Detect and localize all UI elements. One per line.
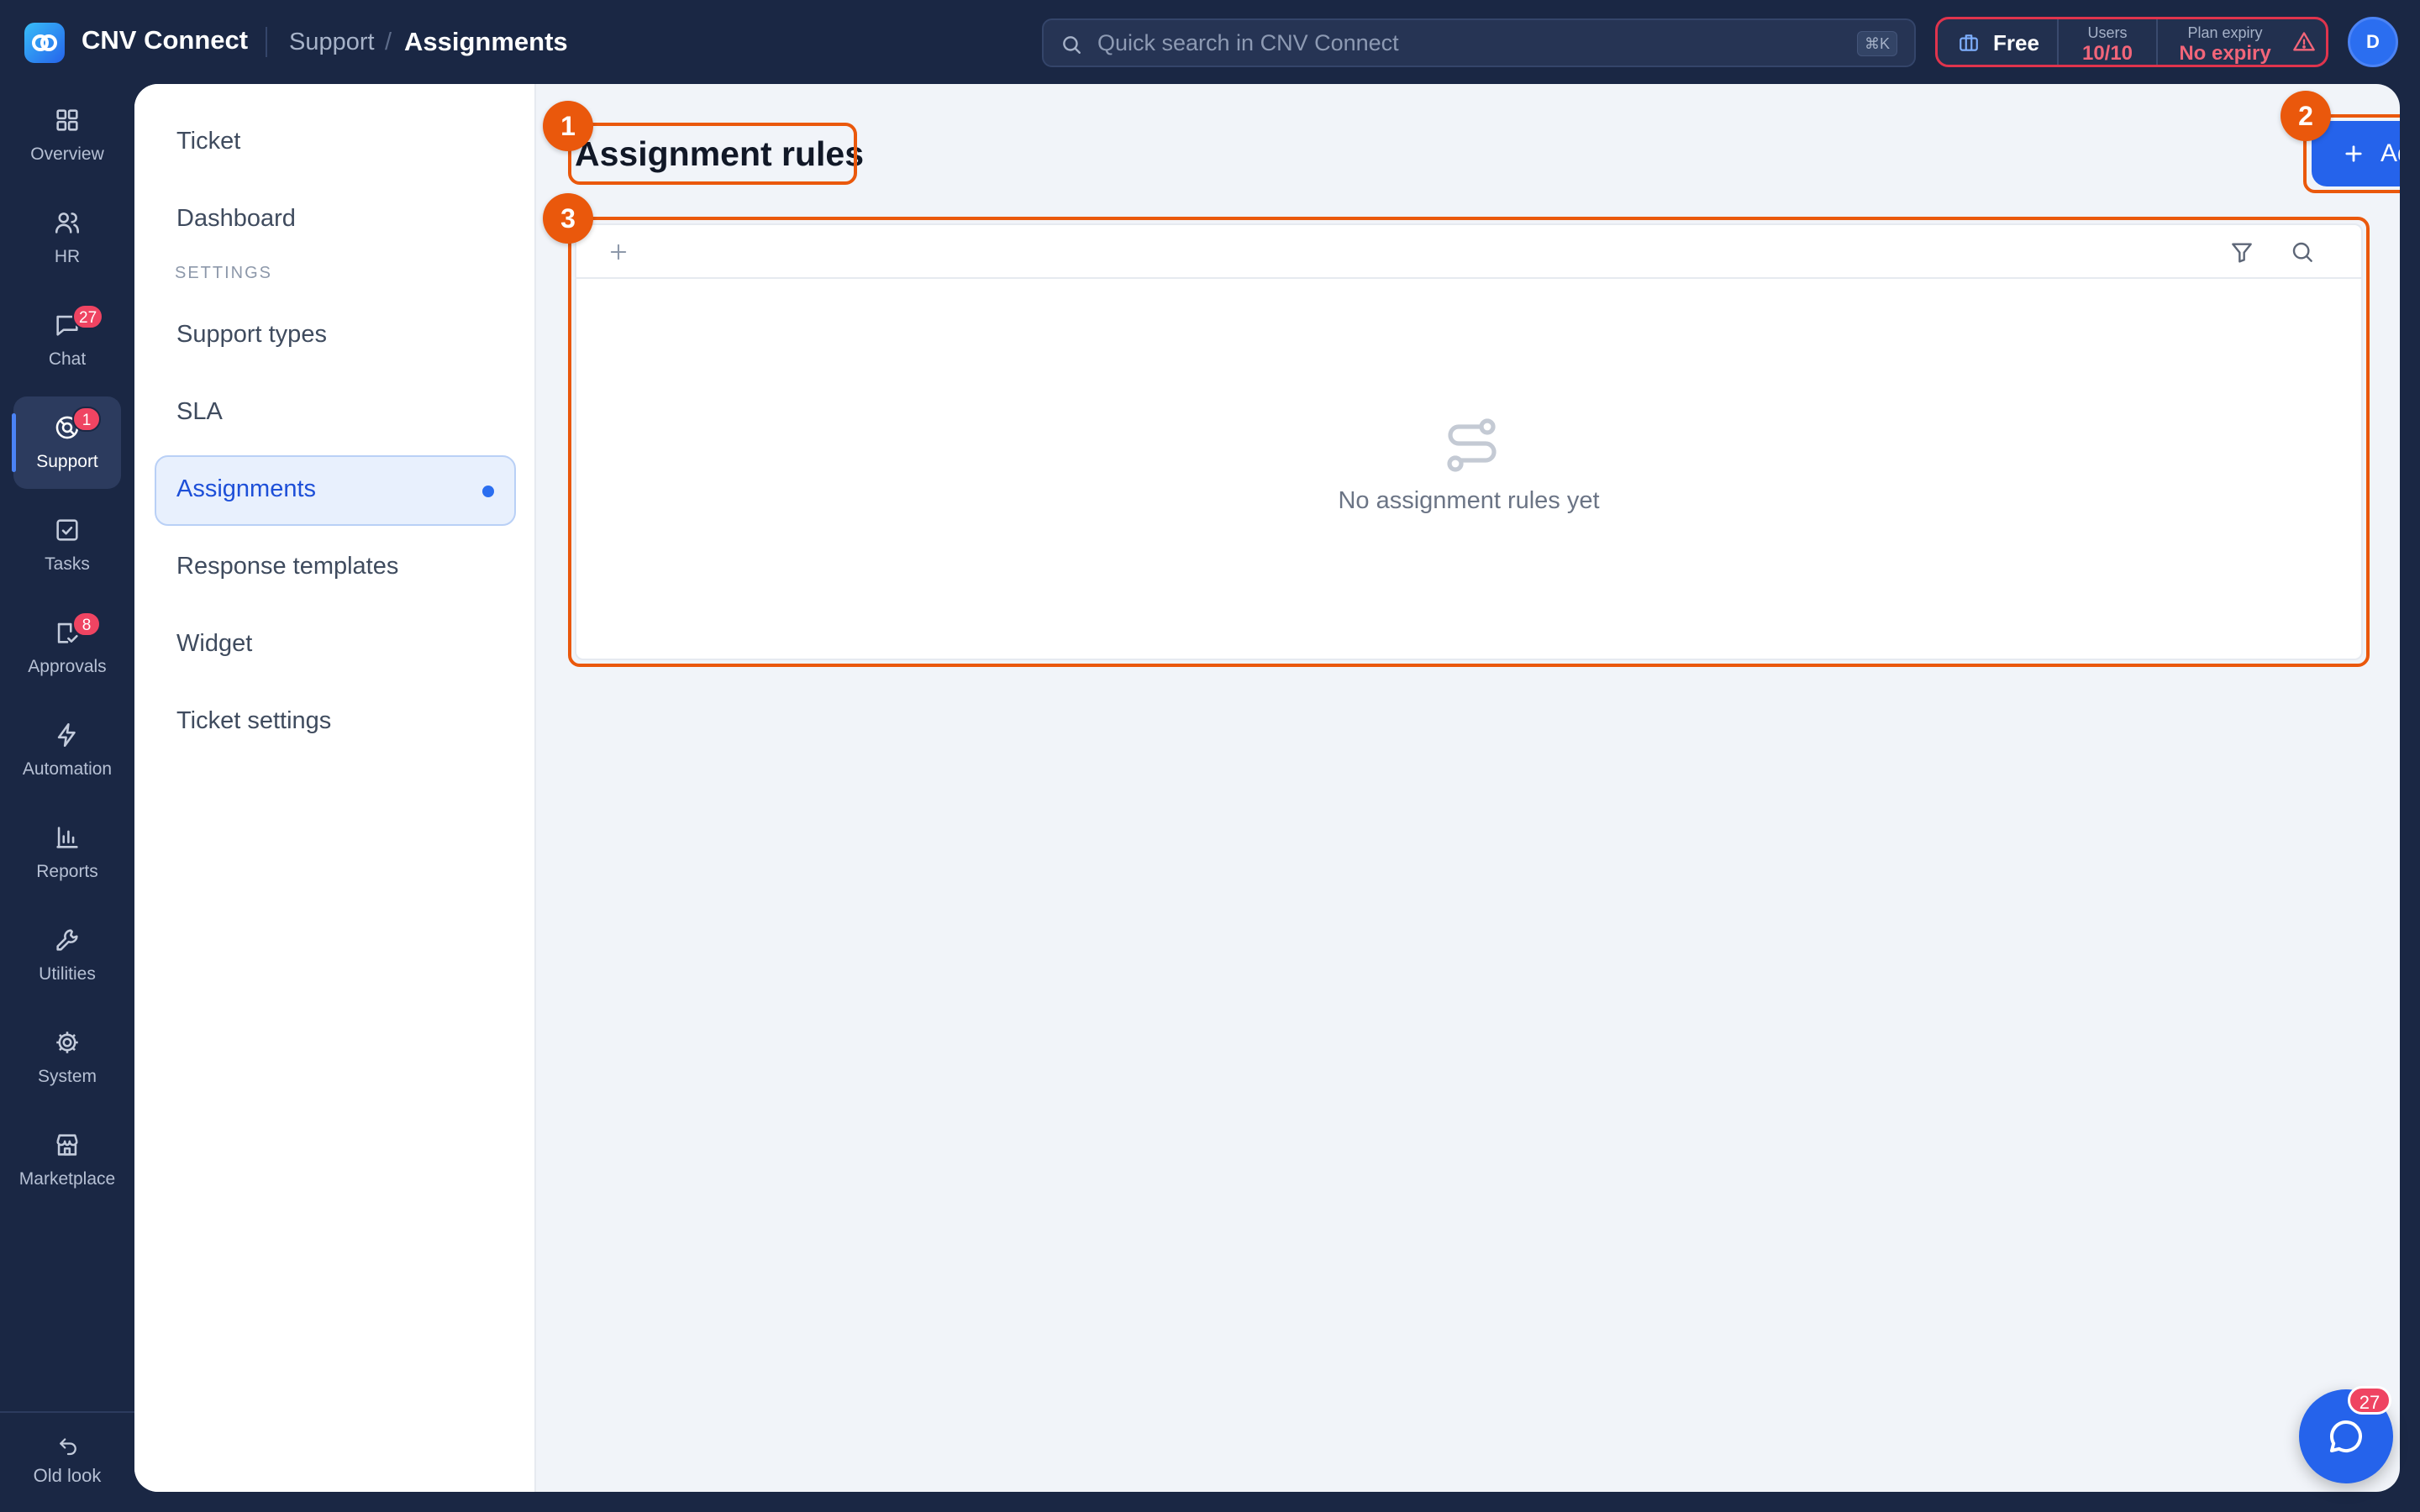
rail-item-label: System bbox=[37, 1067, 97, 1086]
approvals-badge: 8 bbox=[72, 612, 101, 637]
subnav-item-ticket[interactable]: Ticket bbox=[155, 108, 516, 178]
rail-item-hr[interactable]: HR bbox=[13, 192, 121, 284]
subnav-item-sla[interactable]: SLA bbox=[155, 378, 516, 449]
rail-item-label: Utilities bbox=[39, 964, 96, 984]
rail-item-label: Automation bbox=[22, 759, 113, 779]
rail-item-reports[interactable]: Reports bbox=[13, 806, 121, 899]
user-avatar[interactable]: D bbox=[2348, 17, 2398, 67]
plan-expiry: Plan expiry No expiry bbox=[2158, 19, 2292, 65]
briefcase-icon bbox=[1960, 34, 1978, 51]
rail-item-label: Support bbox=[36, 452, 98, 471]
quick-search[interactable]: ⌘K bbox=[1042, 18, 1916, 67]
support-badge: 1 bbox=[72, 407, 101, 432]
annotation-marker-3: 3 bbox=[543, 193, 593, 244]
subnav-item-label: Ticket settings bbox=[176, 707, 332, 734]
topbar-divider bbox=[266, 27, 267, 57]
subnav-item-label: Widget bbox=[176, 630, 253, 657]
content-panel: Ticket Dashboard SETTINGS Support types … bbox=[134, 84, 2400, 1492]
subnav-item-label: Response templates bbox=[176, 553, 399, 580]
breadcrumb-current: Assignments bbox=[404, 27, 568, 56]
wrench-icon bbox=[56, 929, 78, 951]
annotation-box-table bbox=[568, 217, 2370, 667]
rail-item-overview[interactable]: Overview bbox=[13, 89, 121, 181]
rail-item-label: Tasks bbox=[45, 554, 90, 574]
chat-launcher-badge: 27 bbox=[2348, 1386, 2391, 1415]
rail-item-label: Reports bbox=[36, 862, 98, 881]
rail-divider bbox=[0, 1411, 134, 1413]
chat-launcher-button[interactable]: 27 bbox=[2299, 1386, 2393, 1483]
rail-item-label: Marketplace bbox=[18, 1169, 116, 1189]
rail-item-chat[interactable]: 27 Chat bbox=[13, 294, 121, 386]
expiry-label: Plan expiry bbox=[2187, 24, 2263, 41]
subnav-item-label: Assignments bbox=[176, 475, 317, 502]
rail-item-utilities[interactable]: Utilities bbox=[13, 909, 121, 1001]
top-bar: CNV Connect Support / Assignments ⌘K Fre… bbox=[0, 0, 2420, 84]
expiry-value: No expiry bbox=[2179, 42, 2271, 65]
plan-tier-label: Free bbox=[1993, 30, 2039, 55]
subnav-item-response-templates[interactable]: Response templates bbox=[155, 533, 516, 603]
app-logo-icon[interactable] bbox=[24, 23, 65, 63]
subnav-item-label: SLA bbox=[176, 398, 223, 425]
users-value: 10/10 bbox=[2081, 42, 2133, 65]
active-indicator-dot bbox=[482, 486, 494, 497]
undo-icon bbox=[60, 1438, 76, 1456]
subnav-item-dashboard[interactable]: Dashboard bbox=[155, 185, 516, 255]
bolt-icon bbox=[57, 722, 76, 748]
annotation-box-title bbox=[568, 123, 857, 185]
rail-item-label: Chat bbox=[48, 349, 87, 369]
rail-item-tasks[interactable]: Tasks bbox=[13, 499, 121, 591]
breadcrumb-parent[interactable]: Support bbox=[289, 29, 375, 56]
rail-item-support[interactable]: 1 Support bbox=[12, 396, 121, 489]
breadcrumb-separator: / bbox=[385, 29, 392, 55]
subnav-item-label: Support types bbox=[176, 321, 327, 348]
bar-chart-icon bbox=[56, 827, 78, 848]
chat-bubble-icon bbox=[2330, 1420, 2362, 1452]
main-content: Assignment rules 1 Add rule 2 bbox=[536, 84, 2400, 1492]
annotation-marker-2: 2 bbox=[2281, 91, 2331, 141]
subnav-item-widget[interactable]: Widget bbox=[155, 610, 516, 680]
warning-icon bbox=[2293, 32, 2315, 51]
users-label: Users bbox=[2087, 24, 2128, 41]
users-icon bbox=[55, 213, 80, 234]
search-shortcut: ⌘K bbox=[1856, 31, 1897, 56]
rail-item-approvals[interactable]: 8 Approvals bbox=[13, 601, 121, 694]
search-input[interactable] bbox=[1097, 27, 1837, 59]
store-icon bbox=[56, 1134, 78, 1156]
rail-item-system[interactable]: System bbox=[13, 1011, 121, 1104]
grid-icon bbox=[56, 109, 78, 131]
plan-users: Users 10/10 bbox=[2059, 19, 2158, 65]
rail-item-marketplace[interactable]: Marketplace bbox=[13, 1114, 121, 1206]
rail-item-label: Overview bbox=[30, 144, 104, 164]
annotation-marker-1: 1 bbox=[543, 101, 593, 151]
plan-tier[interactable]: Free bbox=[1938, 19, 2059, 65]
subnav-item-support-types[interactable]: Support types bbox=[155, 301, 516, 371]
subnav-item-assignments[interactable]: Assignments bbox=[155, 455, 516, 526]
chat-unread-badge: 27 bbox=[72, 304, 104, 329]
rail-item-automation[interactable]: Automation bbox=[13, 704, 121, 796]
subnav-item-label: Ticket bbox=[176, 128, 241, 155]
support-subnav: Ticket Dashboard SETTINGS Support types … bbox=[134, 84, 536, 1492]
plan-status[interactable]: Free Users 10/10 Plan expiry No expiry bbox=[1935, 17, 2328, 67]
old-look-button[interactable]: Old look bbox=[13, 1425, 121, 1500]
subnav-section-settings: SETTINGS bbox=[175, 264, 273, 282]
subnav-item-ticket-settings[interactable]: Ticket settings bbox=[155, 687, 516, 758]
checkbox-icon bbox=[56, 519, 78, 541]
app-name[interactable]: CNV Connect bbox=[82, 25, 248, 55]
search-icon bbox=[1063, 36, 1081, 54]
app-rail: Overview HR 27 Chat 1 Support Tasks 8 Ap… bbox=[0, 84, 134, 1512]
rail-item-label: HR bbox=[54, 247, 81, 266]
gear-icon bbox=[56, 1032, 78, 1053]
old-look-label: Old look bbox=[33, 1465, 102, 1486]
subnav-item-label: Dashboard bbox=[176, 205, 296, 232]
rail-item-label: Approvals bbox=[28, 657, 107, 676]
